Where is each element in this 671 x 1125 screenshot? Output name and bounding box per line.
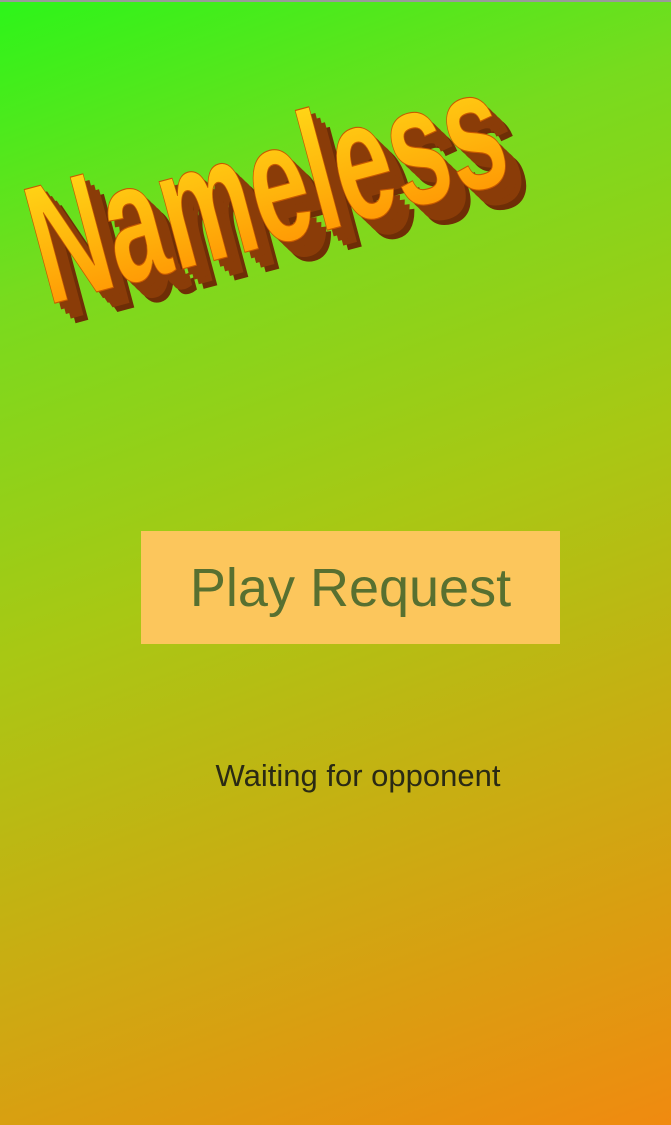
game-logo: Nameless Nameless Nameless Nameless Name… [0,0,671,420]
play-request-button[interactable]: Play Request [141,531,560,644]
logo-graphic: Nameless Nameless Nameless Nameless Name… [7,30,545,360]
status-text: Waiting for opponent [215,758,501,793]
